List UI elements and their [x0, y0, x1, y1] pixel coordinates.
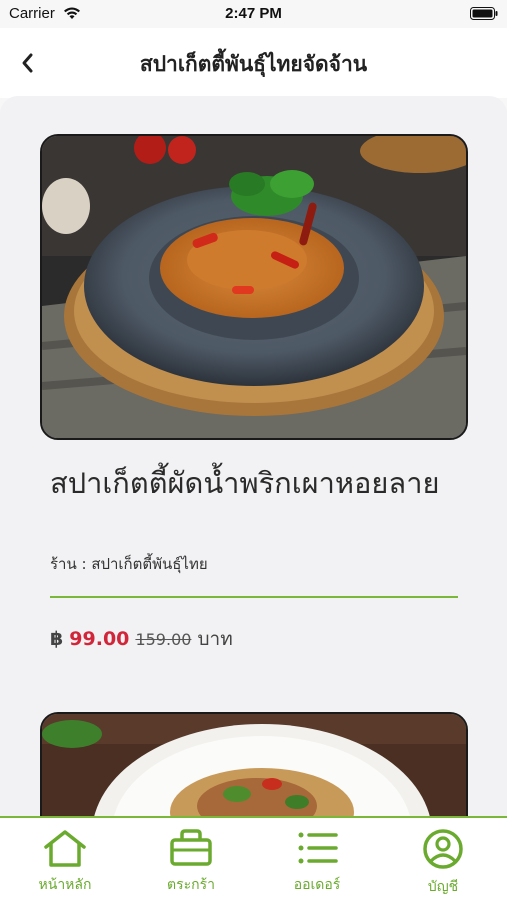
- sale-price: 99.00: [69, 628, 130, 650]
- basket-icon: [170, 829, 212, 866]
- home-icon: [44, 830, 86, 867]
- price-row: ฿ 99.00 159.00 บาท: [50, 624, 233, 654]
- list-icon: [298, 832, 338, 864]
- tab-home[interactable]: หน้าหลัก: [10, 828, 120, 896]
- price-unit: บาท: [197, 628, 233, 650]
- product-title[interactable]: สปาเก็ตตี้ผัดน้ำพริกเผาหอยลาย: [50, 464, 450, 502]
- currency-symbol: ฿: [50, 628, 64, 650]
- tab-account[interactable]: บัญชี: [388, 828, 498, 898]
- tab-basket[interactable]: ตระกร้า: [136, 828, 246, 896]
- product-list[interactable]: สปาเก็ตตี้ผัดน้ำพริกเผาหอยลาย ร้าน : สปา…: [0, 96, 507, 816]
- status-time: 2:47 PM: [225, 5, 282, 22]
- tab-label: ออเดอร์: [293, 877, 341, 893]
- status-bar: Carrier 2:47 PM: [0, 0, 507, 28]
- back-button[interactable]: [12, 48, 42, 78]
- tab-label: บัญชี: [427, 879, 459, 895]
- tab-label: หน้าหลัก: [38, 877, 92, 893]
- account-icon: [423, 829, 463, 869]
- tab-bar: หน้าหลัก ตระกร้า ออเดอร์ บัญชี: [0, 816, 507, 900]
- page-title: สปาเก็ตตี้พันธุ์ไทยจัดจ้าน: [139, 52, 368, 76]
- shop-name: ร้าน : สปาเก็ตตี้พันธุ์ไทย: [50, 555, 208, 573]
- product-image[interactable]: [40, 134, 468, 440]
- chevron-left-icon: [22, 53, 33, 73]
- divider: [50, 596, 458, 598]
- battery-icon: [470, 7, 498, 24]
- tab-orders[interactable]: ออเดอร์: [262, 828, 372, 896]
- tab-label: ตระกร้า: [167, 877, 215, 893]
- product-image[interactable]: [40, 712, 468, 816]
- nav-header: สปาเก็ตตี้พันธุ์ไทยจัดจ้าน: [0, 28, 507, 98]
- original-price: 159.00: [135, 630, 192, 649]
